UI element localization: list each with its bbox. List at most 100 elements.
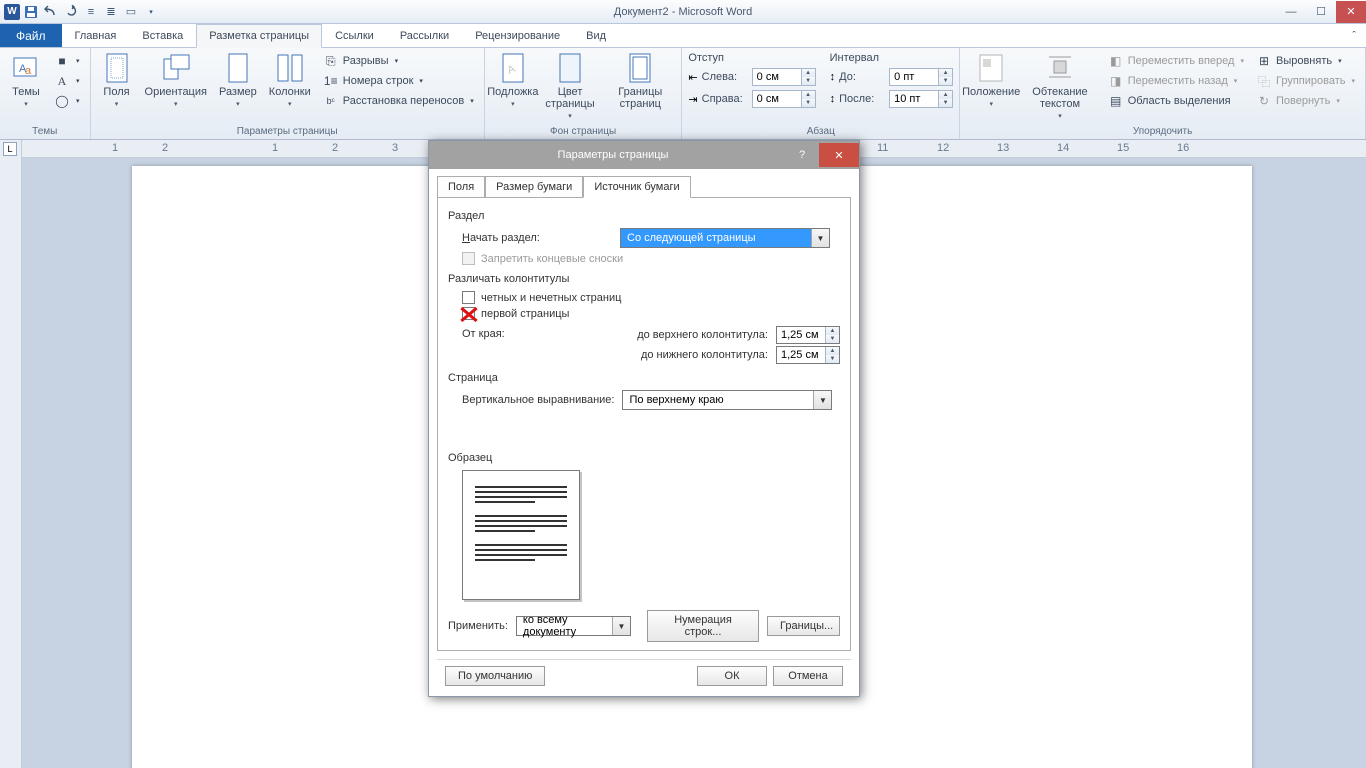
group-themes: Aa Темы▾ ■▾ A▾ ◯▾ Темы	[0, 48, 91, 139]
minimize-button[interactable]: —	[1276, 1, 1306, 23]
close-button[interactable]: ✕	[1336, 1, 1366, 23]
cancel-button[interactable]: Отмена	[773, 666, 843, 686]
spinner-down[interactable]: ▼	[826, 335, 839, 343]
spacing-before-icon: ↕	[830, 71, 836, 83]
align-button[interactable]: ⊞Выровнять▾	[1252, 52, 1359, 70]
dialog-close-button[interactable]: ✕	[819, 143, 859, 167]
margins-button[interactable]: Поля▾	[97, 50, 137, 110]
columns-button[interactable]: Колонки▾	[265, 50, 315, 110]
svg-text:a: a	[25, 65, 32, 77]
section-start-combo[interactable]: Со следующей страницы▼	[620, 228, 830, 248]
borders-button[interactable]: Границы...	[767, 616, 840, 636]
hyphenation-button[interactable]: bᶜРасстановка переносов▾	[319, 92, 478, 110]
theme-effects-button[interactable]: ◯▾	[50, 92, 84, 110]
tab-home[interactable]: Главная	[62, 24, 130, 47]
dialog-tab-margins[interactable]: Поля	[437, 176, 485, 198]
position-button[interactable]: Положение▾	[966, 50, 1016, 110]
page-borders-button[interactable]: Границы страниц	[605, 50, 675, 112]
tab-references[interactable]: Ссылки	[322, 24, 387, 47]
indent-left-input[interactable]: ▲▼	[752, 68, 816, 86]
ribbon: Aa Темы▾ ■▾ A▾ ◯▾ Темы Поля▾ Ориентация▾…	[0, 48, 1366, 140]
spinner-up[interactable]: ▲	[802, 91, 815, 99]
spinner-up[interactable]: ▲	[939, 69, 952, 77]
line-numbers-button[interactable]: Нумерация строк...	[647, 610, 759, 642]
chevron-down-icon[interactable]: ▼	[813, 391, 831, 409]
spinner-up[interactable]: ▲	[826, 327, 839, 335]
tab-review[interactable]: Рецензирование	[462, 24, 573, 47]
titlebar: W ≡ ≣ ▭ ▾ Документ2 - Microsoft Word — ☐…	[0, 0, 1366, 24]
dialog-tab-paper[interactable]: Размер бумаги	[485, 176, 583, 198]
group-page-setup: Поля▾ Ориентация▾ Размер▾ Колонки▾ ⎘Разр…	[91, 48, 485, 139]
orientation-button[interactable]: Ориентация▾	[141, 50, 211, 110]
default-button[interactable]: По умолчанию	[445, 666, 545, 686]
redo-button[interactable]	[62, 3, 80, 21]
chevron-down-icon[interactable]: ▼	[612, 617, 630, 635]
spacing-after-input[interactable]: ▲▼	[889, 90, 953, 108]
spinner-up[interactable]: ▲	[802, 69, 815, 77]
spinner-up[interactable]: ▲	[939, 91, 952, 99]
theme-fonts-button[interactable]: A▾	[50, 72, 84, 90]
spinner-down[interactable]: ▼	[802, 77, 815, 85]
preview-thumbnail	[462, 470, 580, 600]
vertical-align-combo[interactable]: По верхнему краю▼	[622, 390, 832, 410]
tab-insert[interactable]: Вставка	[129, 24, 196, 47]
group-paragraph: Отступ ⇤Слева:▲▼ ⇥Справа:▲▼ Интервал ↕До…	[682, 48, 960, 139]
footer-distance-input[interactable]: ▲▼	[776, 346, 840, 364]
dialog-tabs: Поля Размер бумаги Источник бумаги	[429, 169, 859, 197]
header-distance-input[interactable]: ▲▼	[776, 326, 840, 344]
dialog-help-button[interactable]: ?	[789, 145, 815, 165]
spinner-down[interactable]: ▼	[826, 355, 839, 363]
quick-access-toolbar: W ≡ ≣ ▭ ▾	[0, 3, 164, 21]
dialog-body: Раздел Начать раздел: Со следующей стран…	[437, 197, 851, 651]
group-page-background: AПодложка▾ Цвет страницы▾ Границы страни…	[485, 48, 683, 139]
qat-customize[interactable]: ▾	[142, 3, 160, 21]
indent-left-icon: ⇤	[688, 71, 697, 84]
ok-button[interactable]: ОК	[697, 666, 767, 686]
dialog-footer: По умолчанию ОК Отмена	[437, 659, 851, 696]
spinner-down[interactable]: ▼	[939, 77, 952, 85]
indent-right-icon: ⇥	[688, 93, 697, 106]
theme-colors-button[interactable]: ■▾	[50, 52, 84, 70]
maximize-button[interactable]: ☐	[1306, 1, 1336, 23]
breaks-button[interactable]: ⎘Разрывы▾	[319, 52, 478, 70]
tab-layout[interactable]: Разметка страницы	[196, 24, 322, 48]
wrap-text-button[interactable]: Обтекание текстом▾	[1020, 50, 1099, 122]
spacing-before-input[interactable]: ▲▼	[889, 68, 953, 86]
tab-mailings[interactable]: Рассылки	[387, 24, 462, 47]
tab-view[interactable]: Вид	[573, 24, 619, 47]
undo-button[interactable]	[42, 3, 60, 21]
apply-to-combo[interactable]: ко всему документу▼	[516, 616, 631, 636]
selection-pane-button[interactable]: ▤Область выделения	[1104, 92, 1248, 110]
dialog-titlebar[interactable]: Параметры страницы ? ✕	[429, 141, 859, 169]
watermark-button[interactable]: AПодложка▾	[491, 50, 535, 110]
odd-even-checkbox[interactable]: четных и нечетных страниц	[462, 291, 840, 304]
spinner-down[interactable]: ▼	[939, 99, 952, 107]
group-button[interactable]: ⿻Группировать▾	[1252, 72, 1359, 90]
group-arrange: Положение▾ Обтекание текстом▾ ◧Перемести…	[960, 48, 1366, 139]
qat-btn-2[interactable]: ≣	[102, 3, 120, 21]
window-title: Документ2 - Microsoft Word	[0, 6, 1366, 18]
ribbon-minimize-icon[interactable]: ˆ	[1342, 24, 1366, 47]
spinner-down[interactable]: ▼	[802, 99, 815, 107]
spinner-up[interactable]: ▲	[826, 347, 839, 355]
dialog-tab-source[interactable]: Источник бумаги	[583, 176, 690, 198]
spacing-after-icon: ↕	[830, 93, 836, 105]
indent-right-input[interactable]: ▲▼	[752, 90, 816, 108]
suppress-endnotes-checkbox: Запретить концевые сноски	[462, 252, 840, 265]
qat-btn-3[interactable]: ▭	[122, 3, 140, 21]
red-x-annotation	[462, 307, 475, 320]
tab-file[interactable]: Файл	[0, 24, 62, 47]
page-color-button[interactable]: Цвет страницы▾	[539, 50, 601, 122]
size-button[interactable]: Размер▾	[215, 50, 261, 110]
send-backward-button[interactable]: ◨Переместить назад▾	[1104, 72, 1248, 90]
themes-button[interactable]: Aa Темы▾	[6, 50, 46, 110]
save-button[interactable]	[22, 3, 40, 21]
bring-forward-button[interactable]: ◧Переместить вперед▾	[1104, 52, 1248, 70]
rotate-button[interactable]: ↻Повернуть▾	[1252, 92, 1359, 110]
tab-selector[interactable]: L	[3, 142, 17, 156]
chevron-down-icon[interactable]: ▼	[811, 229, 829, 247]
line-numbers-button[interactable]: 1≡Номера строк▾	[319, 72, 478, 90]
first-page-checkbox[interactable]: первой страницы	[462, 307, 840, 320]
qat-btn-1[interactable]: ≡	[82, 3, 100, 21]
vertical-ruler[interactable]: L	[0, 140, 22, 768]
